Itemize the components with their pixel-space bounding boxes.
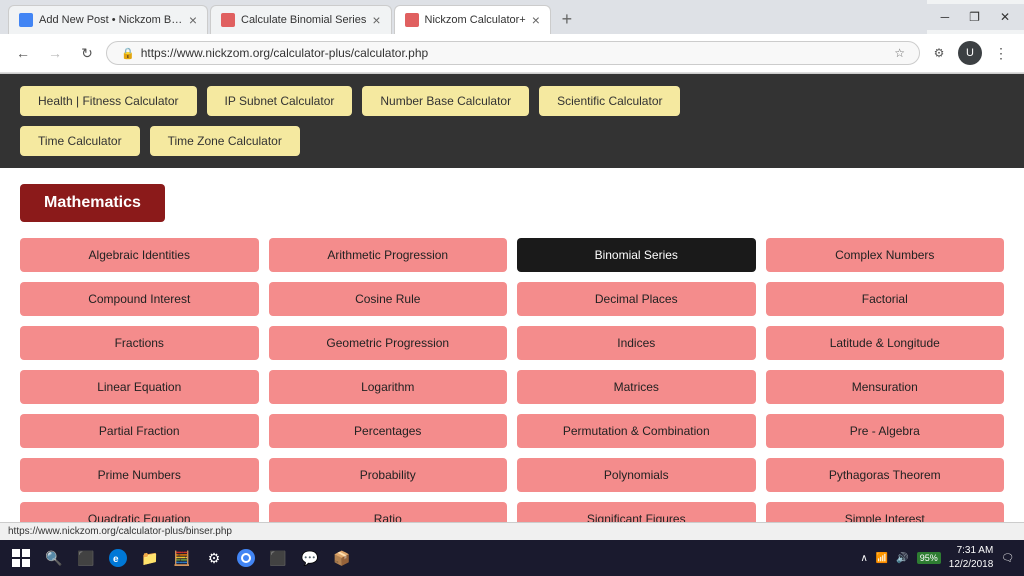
tab-bar: Add New Post • Nickzom Blog – × Calculat… <box>0 0 1024 34</box>
tab-2-close[interactable]: × <box>372 12 380 28</box>
new-tab-button[interactable]: + <box>553 6 581 34</box>
math-item-arithmetic-progression[interactable]: Arithmetic Progression <box>269 238 508 272</box>
nav-right: ⚙ U ⋮ <box>926 40 1014 66</box>
tab-2-title: Calculate Binomial Series <box>241 14 366 26</box>
calculator-taskbar-icon[interactable]: 🧮 <box>168 544 196 572</box>
back-button[interactable]: ← <box>10 40 36 66</box>
extensions-button[interactable]: ⚙ <box>926 40 952 66</box>
number-base-btn[interactable]: Number Base Calculator <box>362 86 529 116</box>
status-url: https://www.nickzom.org/calculator-plus/… <box>8 526 232 537</box>
math-item-decimal-places[interactable]: Decimal Places <box>517 282 756 316</box>
calc-row-1: Health | Fitness Calculator IP Subnet Ca… <box>20 86 1004 116</box>
app-icon-9[interactable]: 📦 <box>328 544 356 572</box>
address-bar[interactable]: 🔒 https://www.nickzom.org/calculator-plu… <box>106 41 920 65</box>
math-item-complex-numbers[interactable]: Complex Numbers <box>766 238 1005 272</box>
math-item-matrices[interactable]: Matrices <box>517 370 756 404</box>
app-icon-8[interactable]: 💬 <box>296 544 324 572</box>
tab-1-close[interactable]: × <box>189 12 197 28</box>
math-item-mensuration[interactable]: Mensuration <box>766 370 1005 404</box>
tab-3-title: Nickzom Calculator+ <box>425 14 526 26</box>
math-item-indices[interactable]: Indices <box>517 326 756 360</box>
settings-icon[interactable]: ⚙ <box>200 544 228 572</box>
scientific-btn[interactable]: Scientific Calculator <box>539 86 680 116</box>
tab-2-favicon <box>221 13 235 27</box>
math-item-compound-interest[interactable]: Compound Interest <box>20 282 259 316</box>
math-item-latitude-longitude[interactable]: Latitude & Longitude <box>766 326 1005 360</box>
calc-row-2: Time Calculator Time Zone Calculator <box>20 126 1004 156</box>
user-avatar[interactable]: U <box>958 41 982 65</box>
svg-text:e: e <box>113 554 119 565</box>
start-button[interactable] <box>6 543 36 573</box>
math-title: Mathematics <box>20 184 165 222</box>
timezone-btn[interactable]: Time Zone Calculator <box>150 126 300 156</box>
math-item-binomial-series[interactable]: Binomial Series <box>517 238 756 272</box>
math-item-cosine-rule[interactable]: Cosine Rule <box>269 282 508 316</box>
tab-1[interactable]: Add New Post • Nickzom Blog – × <box>8 5 208 34</box>
task-view-icon[interactable]: ⬛ <box>72 544 100 572</box>
tab-1-title: Add New Post • Nickzom Blog – <box>39 14 183 26</box>
tab-3[interactable]: Nickzom Calculator+ × <box>394 5 551 34</box>
file-explorer-icon[interactable]: 📁 <box>136 544 164 572</box>
time-display: 7:31 AM 12/2/2018 <box>949 544 994 572</box>
lock-icon: 🔒 <box>121 47 135 60</box>
tab-2[interactable]: Calculate Binomial Series × <box>210 5 392 34</box>
tab-1-favicon <box>19 13 33 27</box>
math-item-permutation-combination[interactable]: Permutation & Combination <box>517 414 756 448</box>
math-item-algebraic-identities[interactable]: Algebraic Identities <box>20 238 259 272</box>
chrome-icon[interactable] <box>232 544 260 572</box>
math-item-fractions[interactable]: Fractions <box>20 326 259 360</box>
math-item-logarithm[interactable]: Logarithm <box>269 370 508 404</box>
math-grid: Algebraic Identities Arithmetic Progressi… <box>20 238 1004 536</box>
status-bar: https://www.nickzom.org/calculator-plus/… <box>0 522 1024 540</box>
taskbar-volume: 🔊 <box>896 553 908 564</box>
math-item-factorial[interactable]: Factorial <box>766 282 1005 316</box>
taskbar-network: 📶 <box>876 553 888 564</box>
math-item-percentages[interactable]: Percentages <box>269 414 508 448</box>
notification-icon[interactable]: 🗨 <box>1001 553 1014 564</box>
math-item-polynomials[interactable]: Polynomials <box>517 458 756 492</box>
calc-bar: Health | Fitness Calculator IP Subnet Ca… <box>0 74 1024 168</box>
minimize-button[interactable]: ─ <box>935 8 956 26</box>
browser-chrome: Add New Post • Nickzom Blog – × Calculat… <box>0 0 1024 74</box>
edge-icon[interactable]: e <box>104 544 132 572</box>
math-item-geometric-progression[interactable]: Geometric Progression <box>269 326 508 360</box>
reload-button[interactable]: ↻ <box>74 40 100 66</box>
math-item-pre-algebra[interactable]: Pre - Algebra <box>766 414 1005 448</box>
battery-badge: 95% <box>917 552 941 564</box>
tab-3-favicon <box>405 13 419 27</box>
close-button[interactable]: ✕ <box>994 8 1016 26</box>
math-item-partial-fraction[interactable]: Partial Fraction <box>20 414 259 448</box>
math-item-pythagoras-theorem[interactable]: Pythagoras Theorem <box>766 458 1005 492</box>
time-calc-btn[interactable]: Time Calculator <box>20 126 140 156</box>
restore-button[interactable]: ❐ <box>963 8 986 26</box>
nav-bar: ← → ↻ 🔒 https://www.nickzom.org/calculat… <box>0 34 1024 73</box>
taskbar: 🔍 ⬛ e 📁 🧮 ⚙ ⬛ 💬 📦 ∧ 📶 🔊 95% 7:31 AM 12/2… <box>0 540 1024 576</box>
ip-subnet-btn[interactable]: IP Subnet Calculator <box>207 86 353 116</box>
url-text: https://www.nickzom.org/calculator-plus/… <box>141 46 428 60</box>
math-item-probability[interactable]: Probability <box>269 458 508 492</box>
menu-button[interactable]: ⋮ <box>988 40 1014 66</box>
bookmark-icon[interactable]: ☆ <box>894 46 905 60</box>
taskbar-date: 12/2/2018 <box>949 558 994 572</box>
health-fitness-btn[interactable]: Health | Fitness Calculator <box>20 86 197 116</box>
taskbar-chevron[interactable]: ∧ <box>861 553 868 564</box>
page-content: Health | Fitness Calculator IP Subnet Ca… <box>0 74 1024 552</box>
math-item-prime-numbers[interactable]: Prime Numbers <box>20 458 259 492</box>
tab-3-close[interactable]: × <box>532 12 540 28</box>
math-item-linear-equation[interactable]: Linear Equation <box>20 370 259 404</box>
search-taskbar-icon[interactable]: 🔍 <box>40 544 68 572</box>
forward-button[interactable]: → <box>42 40 68 66</box>
taskbar-right: ∧ 📶 🔊 95% 7:31 AM 12/2/2018 🗨 <box>861 544 1018 572</box>
app-icon-7[interactable]: ⬛ <box>264 544 292 572</box>
taskbar-time: 7:31 AM <box>949 544 994 558</box>
math-section: Mathematics Algebraic Identities Arithmet… <box>0 168 1024 552</box>
